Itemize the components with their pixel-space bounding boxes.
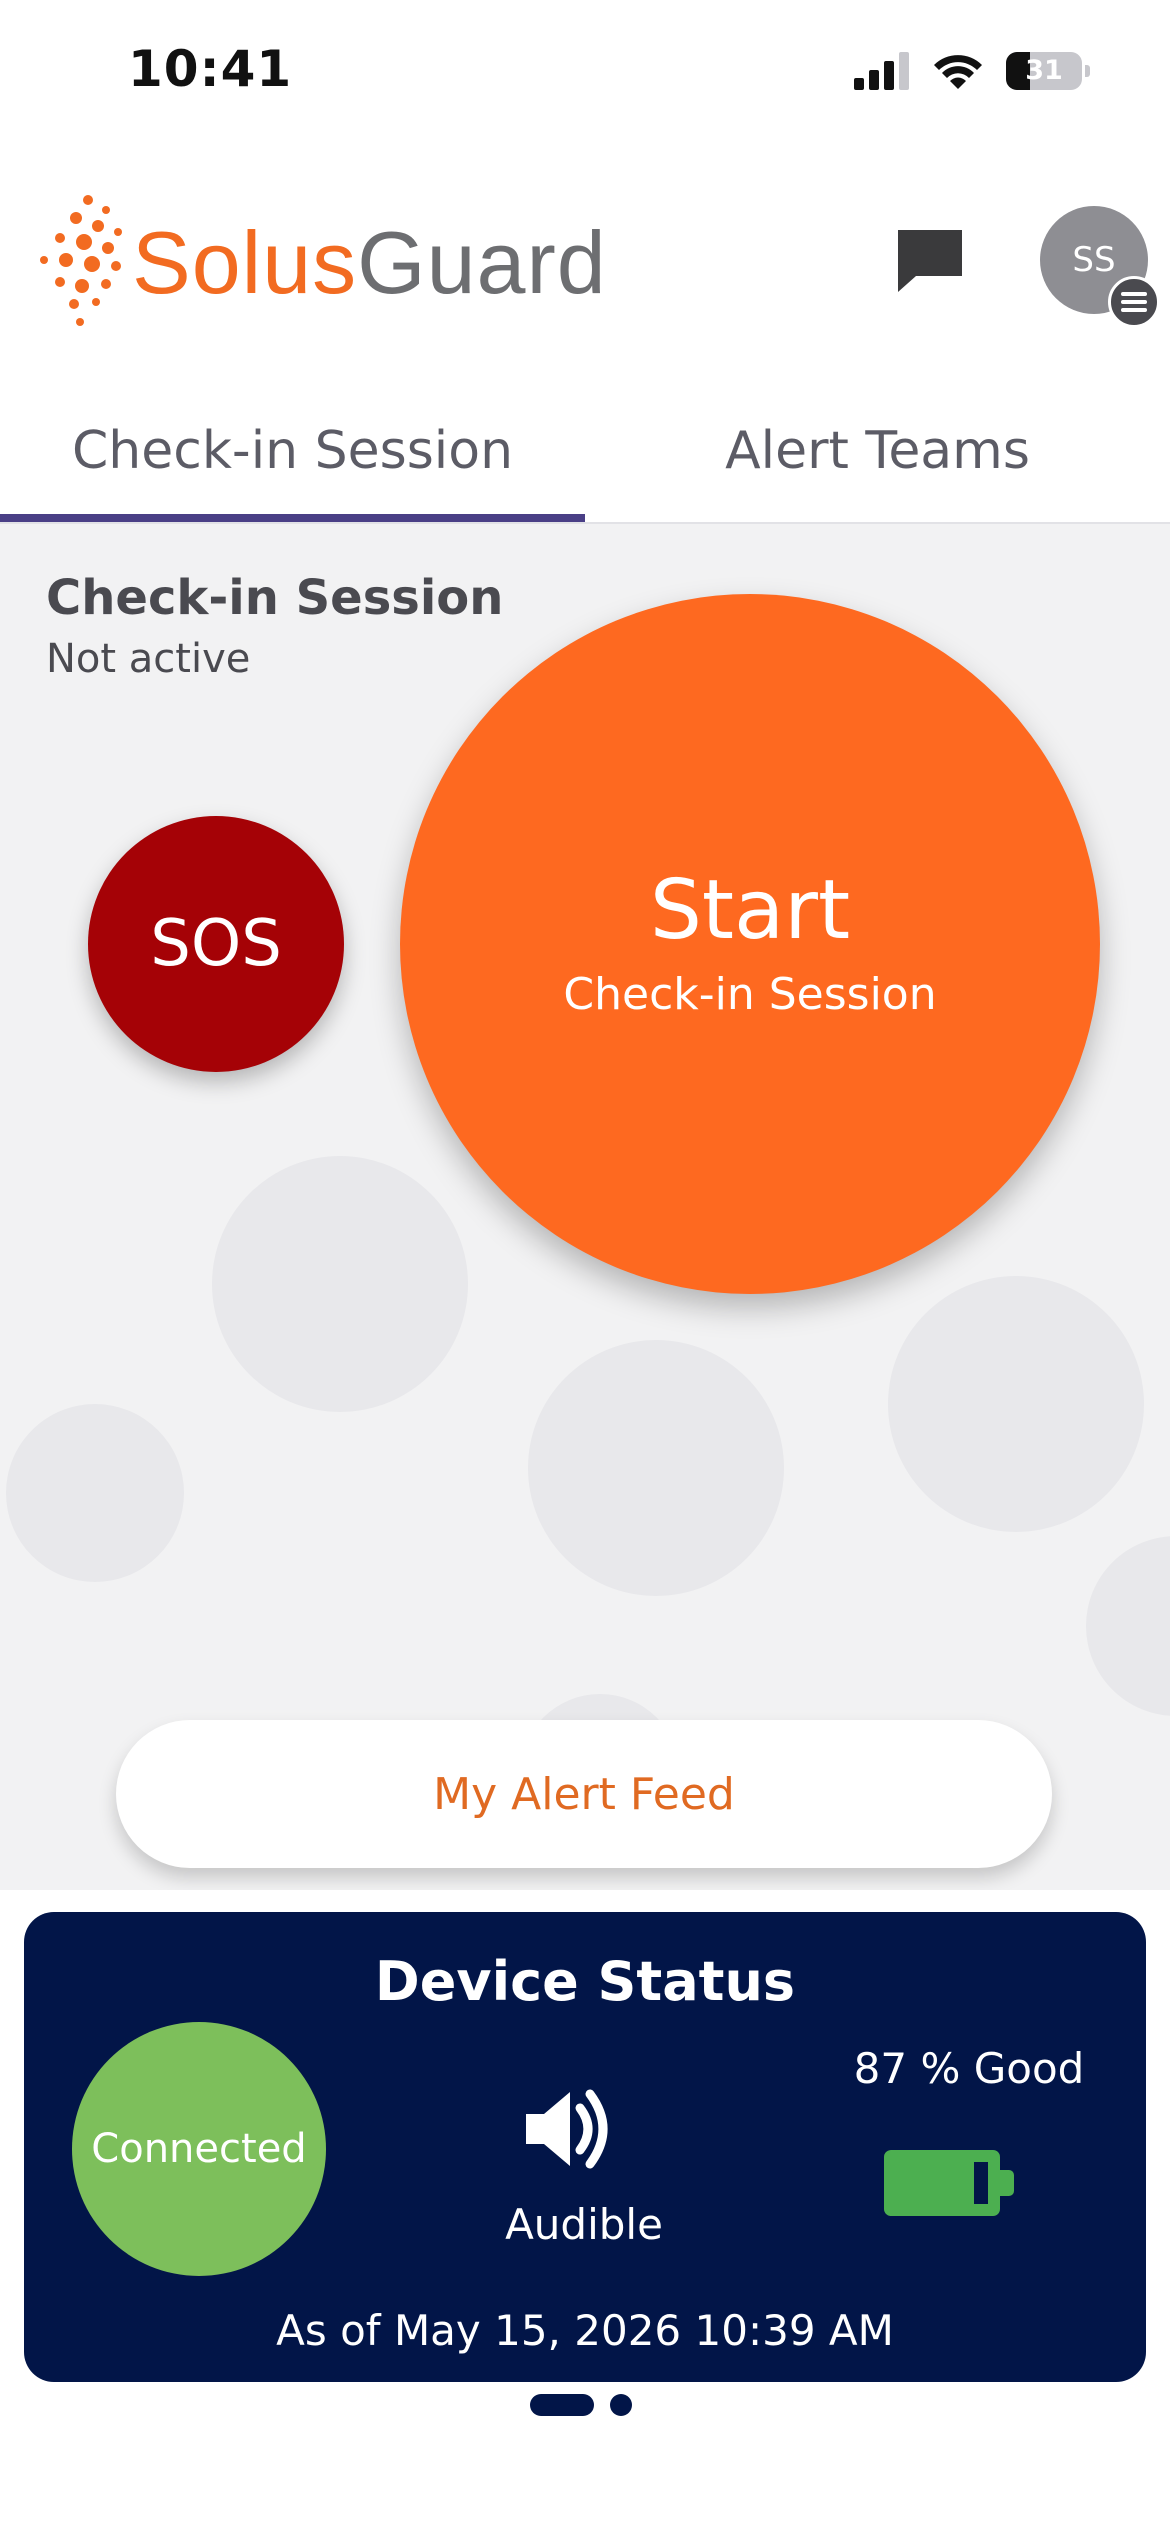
- connection-status-label: Connected: [91, 2126, 307, 2172]
- device-battery-icon: [884, 2150, 1014, 2216]
- session-title: Check-in Session: [46, 570, 504, 626]
- session-status: Not active: [46, 636, 251, 682]
- device-status-timestamp: As of May 15, 2026 10:39 AM: [276, 2306, 894, 2355]
- tab-alert-teams[interactable]: Alert Teams: [585, 380, 1170, 522]
- battery-cap: [1085, 65, 1090, 77]
- menu-icon: [1121, 292, 1147, 312]
- start-check-in-button[interactable]: Start Check-in Session: [400, 594, 1100, 1294]
- status-icons: 31: [854, 52, 1090, 90]
- active-tab-indicator: [0, 514, 585, 522]
- background-bubble: [528, 1340, 784, 1596]
- device-status-card[interactable]: Device Status Connected Audible 87 % Goo…: [24, 1912, 1146, 2382]
- tab-label: Check-in Session: [71, 421, 514, 481]
- background-bubble: [212, 1156, 468, 1412]
- page-indicator: [530, 2394, 632, 2416]
- avatar-initials: SS: [1072, 240, 1116, 280]
- battery-icon: 31: [1006, 52, 1090, 90]
- status-time: 10:41: [128, 40, 293, 98]
- alert-feed-label: My Alert Feed: [433, 1768, 735, 1820]
- app-header: SolusGuard SS: [0, 160, 1170, 360]
- page-indicator-dot-active[interactable]: [530, 2394, 594, 2416]
- logo-solus: Solus: [132, 213, 358, 312]
- device-battery-empty-segment: [974, 2162, 988, 2204]
- logo-wordmark: SolusGuard: [132, 212, 607, 314]
- tab-bar: Check-in Session Alert Teams: [0, 380, 1170, 524]
- cellular-signal-icon: [854, 52, 909, 90]
- app-screen: 10:41 31 SolusGuard SS Check-in Session …: [0, 0, 1170, 2532]
- tab-label: Alert Teams: [725, 421, 1030, 481]
- device-battery-cap: [1000, 2170, 1014, 2196]
- background-bubble: [888, 1276, 1144, 1532]
- my-alert-feed-button[interactable]: My Alert Feed: [116, 1720, 1052, 1868]
- chat-icon: [898, 230, 962, 292]
- solusguard-logo: SolusGuard: [36, 190, 636, 330]
- status-bar: 10:41 31: [0, 0, 1170, 150]
- start-sublabel: Check-in Session: [563, 969, 937, 1020]
- device-battery-status: 87 % Good: [853, 2044, 1085, 2093]
- logo-guard: Guard: [357, 213, 607, 312]
- background-bubble: [1086, 1536, 1170, 1716]
- page-indicator-dot[interactable]: [610, 2394, 632, 2416]
- connection-status-badge: Connected: [72, 2022, 326, 2276]
- menu-button[interactable]: [1108, 276, 1160, 328]
- battery-level: 31: [1025, 55, 1063, 86]
- device-status-title: Device Status: [374, 1950, 796, 2013]
- logo-burst-icon: [40, 195, 122, 326]
- speaker-icon: [526, 2089, 608, 2169]
- audio-status-label: Audible: [505, 2200, 663, 2249]
- sos-button[interactable]: SOS: [88, 816, 344, 1072]
- wifi-icon: [934, 55, 982, 89]
- chat-button[interactable]: [890, 220, 970, 300]
- check-in-panel: Check-in Session Not active SOS Start Ch…: [0, 524, 1170, 1890]
- start-label: Start: [649, 863, 851, 958]
- background-bubble: [6, 1404, 184, 1582]
- sos-label: SOS: [150, 907, 282, 981]
- tab-check-in-session[interactable]: Check-in Session: [0, 380, 585, 522]
